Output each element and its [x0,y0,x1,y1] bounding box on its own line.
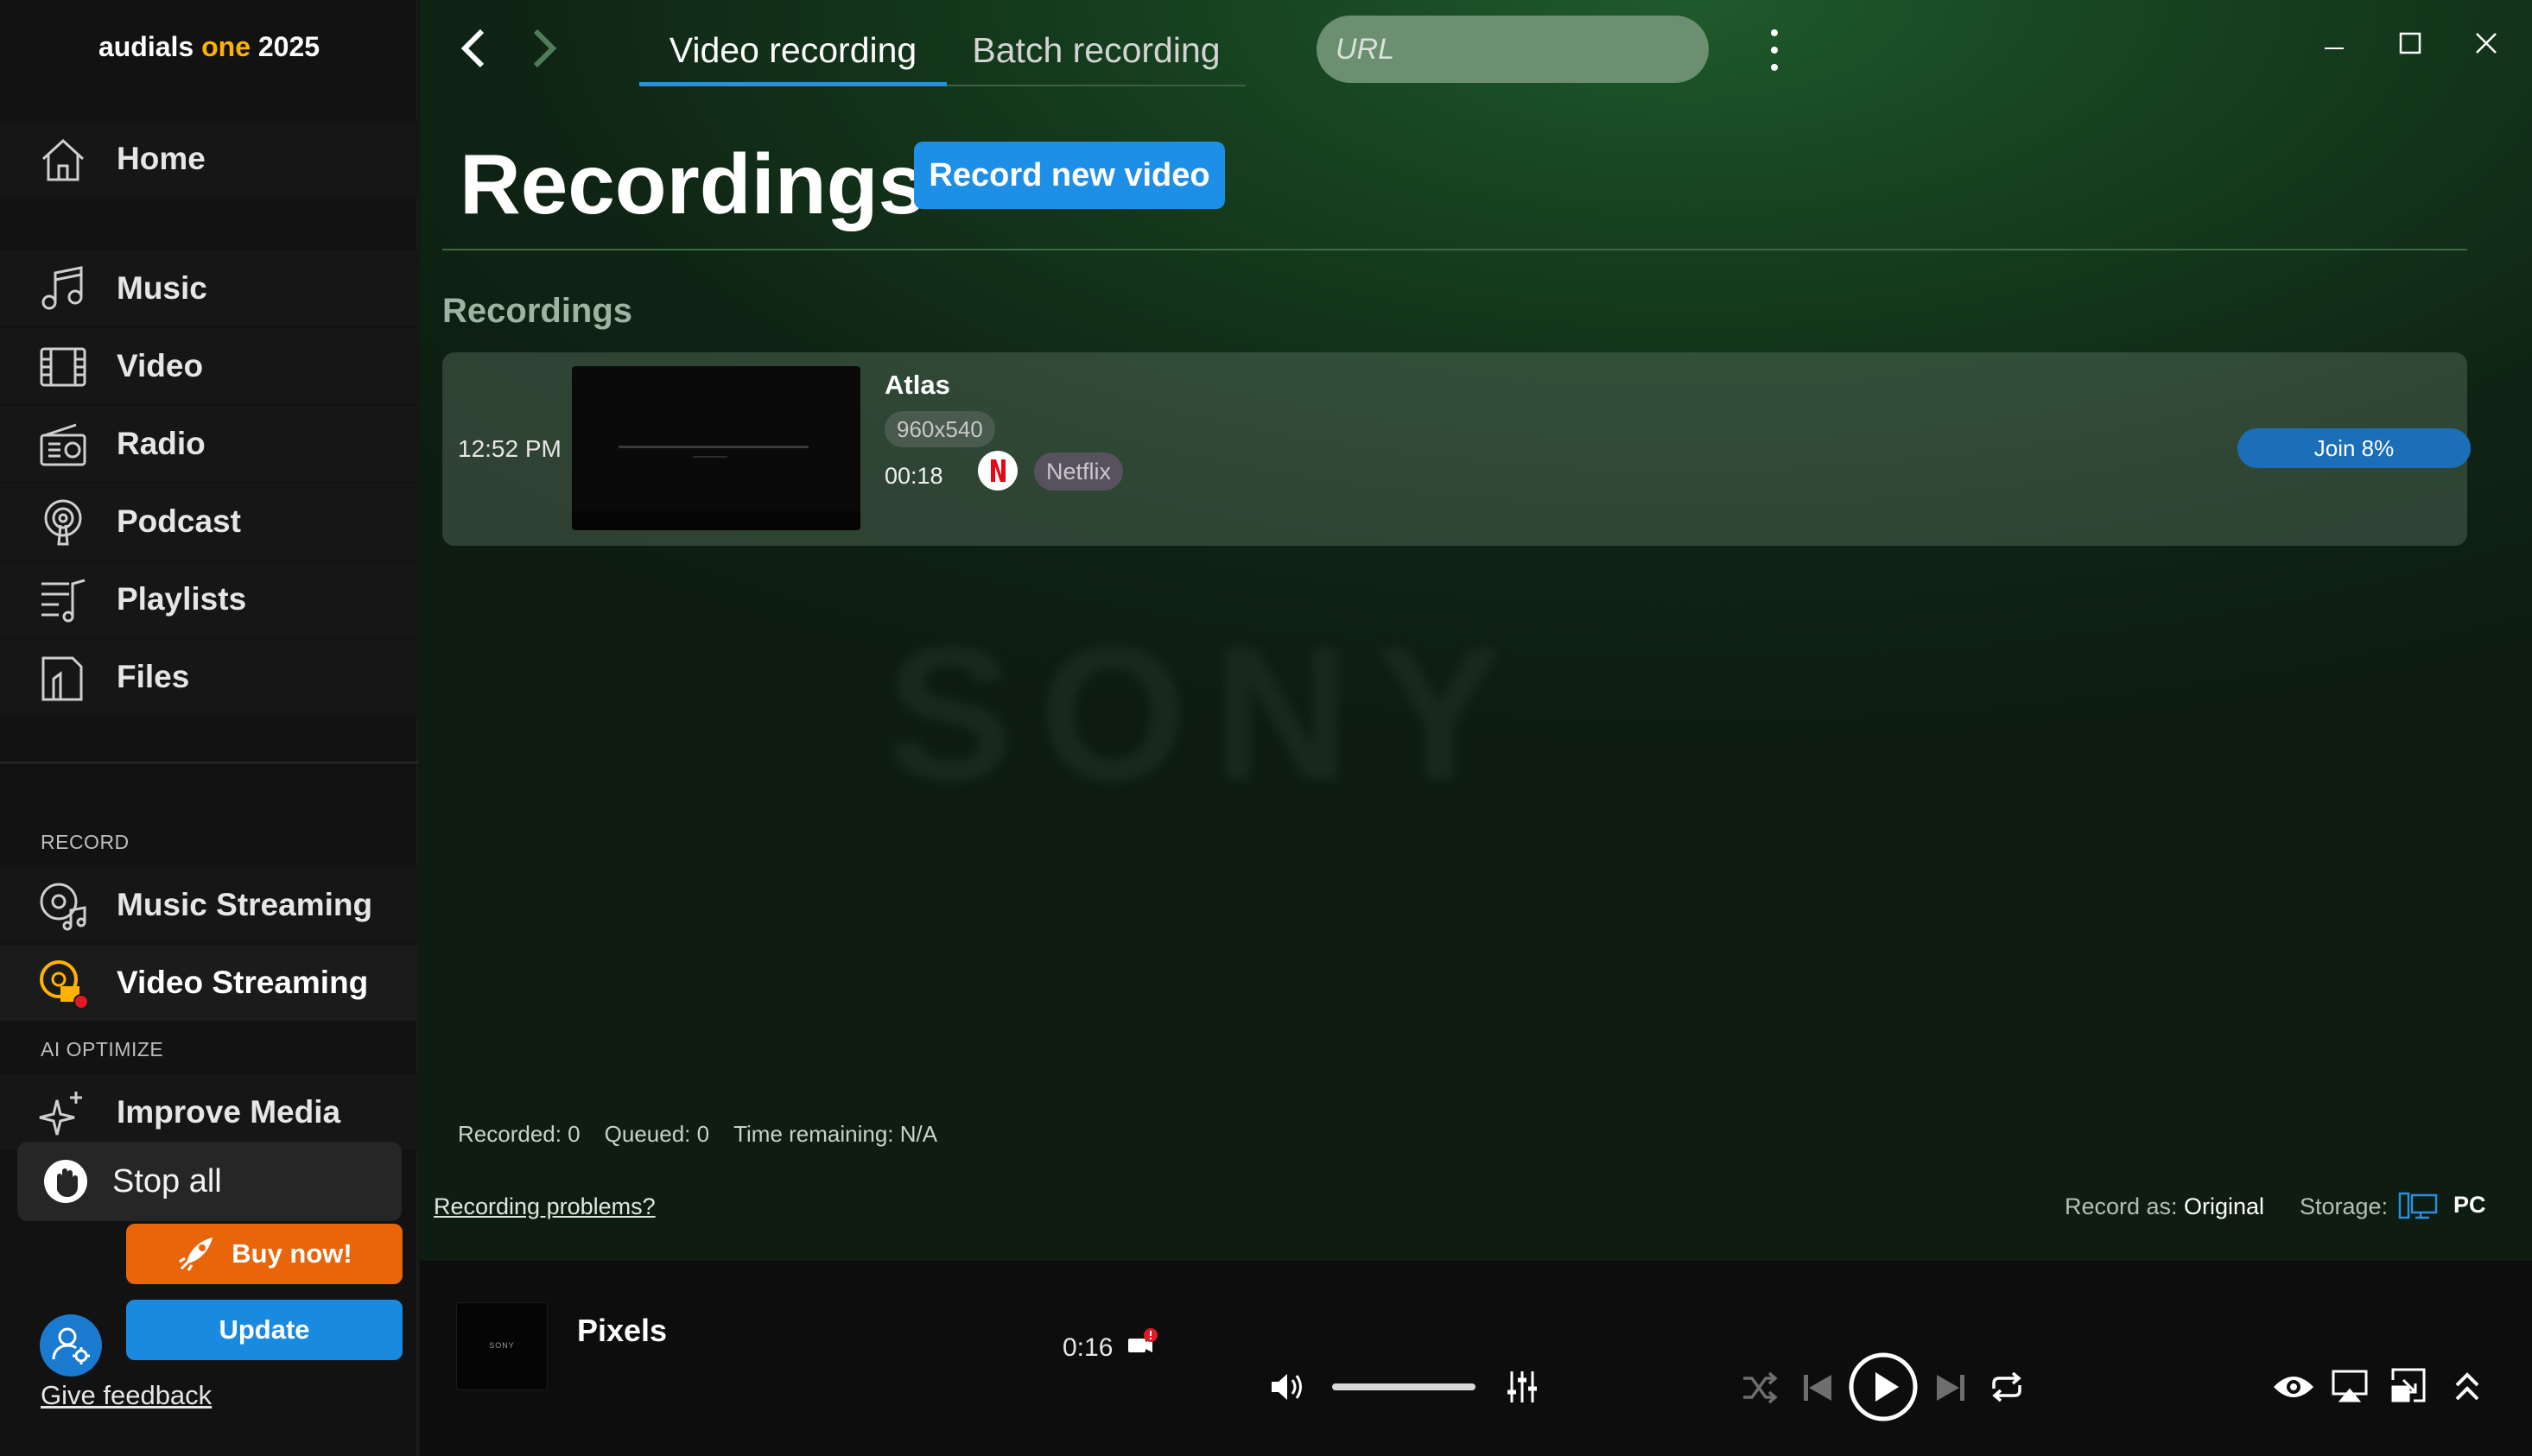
picture-in-picture-icon[interactable] [2389,1366,2427,1404]
give-feedback-link[interactable]: Give feedback [41,1380,212,1411]
next-icon[interactable] [1933,1371,1968,1404]
record-section-label: RECORD [41,831,130,853]
sidebar-item-video[interactable]: Video [0,328,418,404]
netflix-icon [978,451,1018,491]
app-title: audials one 2025 [98,31,320,62]
resolution-badge: 960x540 [885,411,995,447]
player-title: Pixels [577,1313,668,1348]
time-remaining: Time remaining: N/A [733,1121,938,1147]
volume-icon[interactable] [1268,1370,1308,1404]
recording-indicator-icon [1125,1326,1159,1361]
video-streaming-icon [38,959,88,1009]
sidebar-divider [0,762,418,763]
recording-stats: Recorded: 0 Queued: 0 Time remaining: N/… [458,1121,937,1148]
record-as-label: Record as: [2065,1193,2178,1219]
sidebar-item-video-streaming[interactable]: Video Streaming [0,945,418,1021]
music-icon [38,264,88,314]
sidebar-item-podcast[interactable]: Podcast [0,484,418,560]
shuffle-icon[interactable] [1740,1371,1780,1404]
recording-title: Atlas [885,370,950,400]
queued-count: Queued: 0 [604,1121,710,1147]
podcast-icon [38,497,88,548]
eye-icon[interactable] [2272,1371,2315,1402]
sidebar: audials one 2025 Home Music Video Radio … [0,0,418,1456]
previous-icon[interactable] [1800,1371,1835,1404]
recordings-section-title: Recordings [442,292,633,330]
account-settings-icon[interactable] [40,1314,102,1377]
equalizer-icon[interactable] [1505,1368,1539,1406]
forward-button[interactable] [525,26,563,71]
maximize-icon[interactable] [2392,26,2427,60]
background-watermark: SONY [886,607,1529,820]
sidebar-item-playlists[interactable]: Playlists [0,561,418,637]
record-as-value[interactable]: Original [2184,1193,2264,1220]
player-thumbnail: SONY [456,1302,548,1390]
player-time: 0:16 [1063,1333,1114,1362]
tab-video-recording[interactable]: Video recording [639,26,947,86]
film-icon [38,342,88,392]
join-progress-button[interactable]: Join 8% [2237,428,2471,468]
sidebar-item-radio[interactable]: Radio [0,406,418,482]
recording-thumbnail [572,366,860,530]
sidebar-item-music-streaming[interactable]: Music Streaming [0,867,418,943]
expand-up-icon[interactable] [2450,1368,2484,1404]
recorded-count: Recorded: 0 [458,1121,581,1147]
recording-duration: 00:18 [885,463,943,489]
radio-icon [38,420,88,470]
ai-section-label: AI OPTIMIZE [41,1038,164,1060]
player-bar: SONY Pixels 0:16 [420,1261,2532,1456]
sparkle-icon [38,1088,88,1138]
more-options-icon[interactable] [1757,24,1792,76]
stop-hand-icon [41,1157,90,1206]
sidebar-item-home[interactable]: Home [0,121,418,197]
update-button[interactable]: Update [126,1300,403,1360]
files-icon [38,653,88,703]
tab-batch-recording[interactable]: Batch recording [947,26,1246,86]
title-divider [442,249,2467,250]
recording-row[interactable]: 12:52 PM Atlas 960x540 00:18 Netflix Joi… [442,352,2471,546]
rocket-icon [176,1234,216,1274]
volume-slider[interactable] [1332,1383,1475,1390]
minimize-icon[interactable] [2316,26,2351,60]
sidebar-item-music[interactable]: Music [0,250,418,326]
stop-all-button[interactable]: Stop all [17,1142,402,1221]
repeat-icon[interactable] [1987,1368,2027,1406]
cast-icon[interactable] [2331,1368,2369,1404]
sidebar-item-improve-media[interactable]: Improve Media [0,1074,418,1150]
url-input[interactable] [1317,16,1709,83]
music-streaming-icon [38,881,88,931]
storage-value[interactable]: PC [2453,1192,2486,1219]
play-icon[interactable] [1847,1351,1920,1423]
buy-now-button[interactable]: Buy now! [126,1224,403,1284]
page-title: Recordings [460,136,926,231]
sidebar-item-files[interactable]: Files [0,639,418,715]
source-badge: Netflix [1034,453,1124,491]
main-panel: Video recording Batch recording Recordin… [420,0,2532,1261]
back-button[interactable] [454,26,492,71]
storage-label: Storage: [2300,1193,2389,1219]
recording-problems-link[interactable]: Recording problems? [434,1193,656,1220]
pc-storage-icon[interactable] [2398,1192,2438,1221]
record-new-video-button[interactable]: Record new video [914,142,1225,209]
playlist-icon [38,575,88,625]
home-icon [38,135,88,185]
close-icon[interactable] [2469,26,2503,60]
recording-time: 12:52 PM [458,435,562,462]
